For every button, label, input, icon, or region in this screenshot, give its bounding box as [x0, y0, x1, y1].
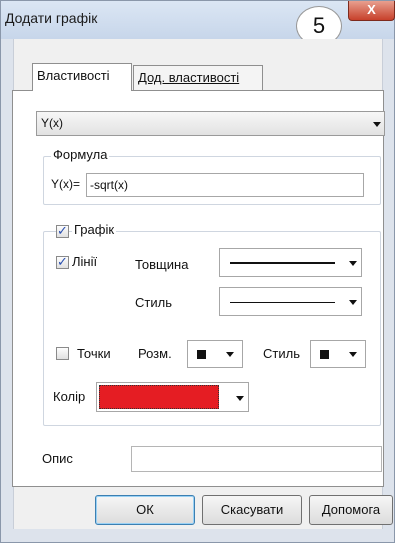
graph-group-label: Графік [72, 222, 117, 237]
thickness-sample [230, 262, 335, 264]
thickness-dropdown[interactable] [219, 248, 362, 277]
formula-input[interactable]: -sqrt(x) [86, 173, 364, 197]
chevron-down-icon [226, 352, 234, 357]
line-style-label: Стиль [135, 295, 172, 310]
function-type-select[interactable]: Y(x) [36, 111, 385, 136]
chevron-down-icon [349, 261, 357, 266]
chevron-down-icon [236, 396, 244, 401]
close-button[interactable]: X [348, 1, 395, 21]
add-graph-dialog: Додати графік 5 X Властивості Дод. власт… [0, 0, 395, 543]
formula-group-label: Формула [51, 147, 110, 162]
color-label: Колір [53, 389, 86, 404]
chevron-down-icon [373, 122, 381, 127]
lines-checkbox[interactable] [56, 254, 69, 270]
point-size-dropdown[interactable] [187, 340, 243, 368]
line-style-dropdown[interactable] [219, 287, 362, 316]
points-checkbox[interactable] [56, 347, 69, 360]
chevron-down-icon [349, 300, 357, 305]
chevron-down-icon [349, 352, 357, 357]
ok-button[interactable]: ОК [95, 495, 195, 525]
tab-properties[interactable]: Властивості [32, 63, 132, 91]
point-style-sample [320, 350, 329, 359]
formula-prefix: Y(x)= [51, 177, 81, 191]
tab-extra-properties-label: Дод. властивості [138, 70, 240, 85]
point-style-dropdown[interactable] [310, 340, 366, 368]
description-input[interactable] [131, 446, 382, 472]
thickness-label: Товщина [135, 257, 189, 272]
color-swatch [99, 385, 219, 409]
description-label: Опис [42, 451, 73, 466]
line-style-sample [230, 302, 335, 303]
points-label: Точки [77, 346, 111, 361]
tab-extra-properties[interactable]: Дод. властивості [133, 65, 263, 90]
point-size-sample [197, 350, 206, 359]
help-button[interactable]: Допомога [309, 495, 393, 525]
lines-label: Лінії [72, 254, 98, 269]
function-type-value: Y(x) [41, 116, 63, 130]
tab-properties-label: Властивості [37, 68, 110, 83]
cancel-button[interactable]: Скасувати [202, 495, 302, 525]
point-style-label: Стиль [263, 346, 300, 361]
point-size-label: Розм. [138, 346, 172, 361]
graph-checkbox[interactable] [56, 223, 69, 239]
window-title: Додати графік [5, 10, 98, 26]
